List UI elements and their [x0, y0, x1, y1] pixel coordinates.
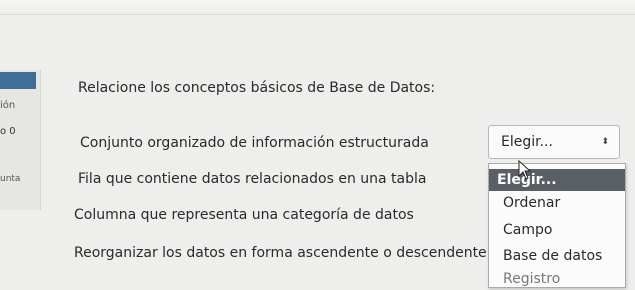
dropdown-option-base-de-datos[interactable]: Base de datos	[489, 245, 625, 267]
sidebar-text-1: ión	[0, 100, 16, 111]
left-side-panel	[0, 70, 41, 210]
dropdown-option-elegir[interactable]: Elegir...	[489, 169, 625, 191]
match-row-2-text: Fila que contiene datos relacionados en …	[78, 171, 427, 187]
match-row-4-text: Reorganizar los datos en forma ascendent…	[74, 245, 487, 261]
sidebar-accent-block	[0, 72, 36, 89]
dropdown-option-registro[interactable]: Registro	[489, 268, 625, 290]
top-border	[0, 0, 635, 15]
match-row-3-text: Columna que representa una categoría de …	[74, 207, 414, 223]
question-title: Relacione los conceptos básicos de Base …	[78, 80, 436, 96]
match-row-1-text: Conjunto organizado de información estru…	[80, 135, 429, 151]
sidebar-text-2: o 0	[0, 126, 16, 137]
dropdown-option-campo[interactable]: Campo	[489, 219, 625, 241]
select-value: Elegir...	[501, 134, 553, 150]
sidebar-text-3: unta	[0, 174, 21, 184]
select-dropdown-list: Elegir... Ordenar Campo Base de datos Re…	[488, 163, 626, 288]
mouse-cursor-icon	[518, 160, 532, 180]
answer-select-row-1[interactable]: Elegir... ⬍	[488, 125, 620, 159]
select-arrows-icon: ⬍	[601, 137, 609, 147]
dropdown-option-ordenar[interactable]: Ordenar	[489, 192, 625, 214]
